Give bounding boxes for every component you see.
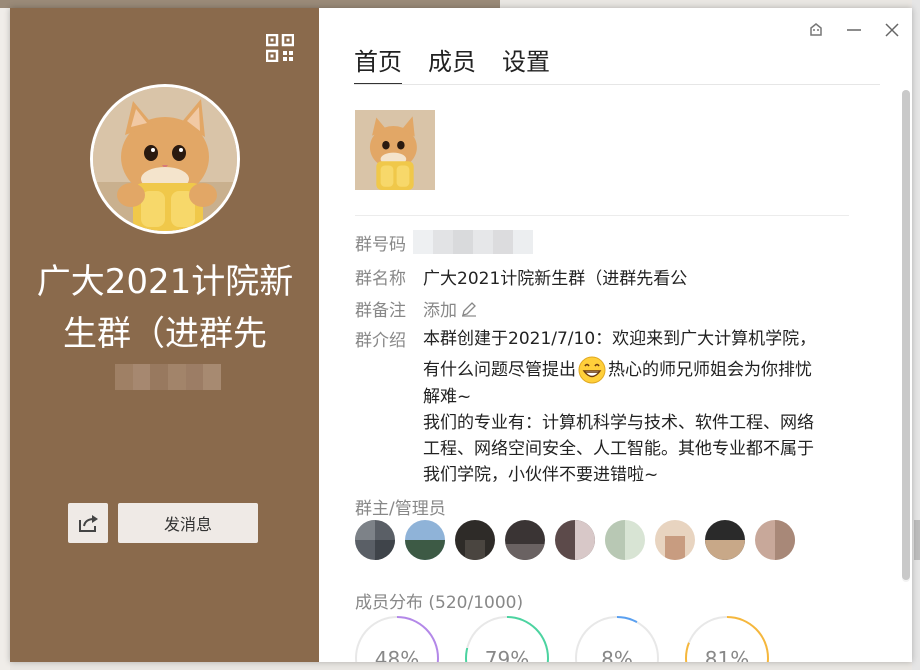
section-divider [355, 215, 849, 216]
share-button[interactable] [68, 503, 108, 543]
group-intro-row: 群介绍 本群创建于2021/7/10：欢迎来到广大计算机学院， 有什么问题尽管提… [355, 326, 853, 488]
distribution-stat-1[interactable]: 48% [355, 616, 439, 662]
background-window-strip [0, 0, 500, 8]
tab-members[interactable]: 成员 [428, 42, 476, 83]
group-number-value-blurred [413, 230, 533, 254]
admins-label: 群主/管理员 [355, 499, 446, 519]
group-intro-label: 群介绍 [355, 331, 406, 351]
group-intro-text: 本群创建于2021/7/10：欢迎来到广大计算机学院， 有什么问题尽管提出 热心的… [423, 329, 817, 485]
group-name-title: 广大2021计院新生群（进群先 [36, 262, 294, 354]
stat-value: 48% [357, 618, 437, 662]
admin-avatar[interactable] [455, 520, 495, 560]
background-left-strip [0, 8, 10, 670]
group-profile-window: 广大2021计院新生群（进群先 发消息 首页 成员 设置 群号码 群名称 广大2… [10, 8, 912, 662]
admin-avatar[interactable] [705, 520, 745, 560]
background-right-strip [912, 0, 920, 670]
minimize-icon[interactable] [844, 20, 864, 40]
add-remark-link[interactable]: 添加 [423, 296, 477, 321]
member-distribution-label: 成员分布 (520/1000) [355, 593, 524, 613]
profile-content-panel: 首页 成员 设置 群号码 群名称 广大2021计院新生群（进群先看公 群备注 添… [319, 8, 912, 662]
close-icon[interactable] [882, 20, 902, 40]
admin-avatar[interactable] [505, 520, 545, 560]
send-message-button[interactable]: 发消息 [118, 503, 258, 543]
member-distribution-stats: 48% 79% 8% 81% [355, 616, 769, 662]
admin-avatar[interactable] [605, 520, 645, 560]
qr-code-icon[interactable] [265, 33, 295, 63]
vertical-scrollbar[interactable] [902, 90, 910, 582]
group-avatar[interactable] [90, 84, 240, 234]
admin-avatar[interactable] [355, 520, 395, 560]
tab-bar: 首页 成员 设置 [354, 42, 550, 85]
admin-avatar[interactable] [655, 520, 695, 560]
distribution-stat-3[interactable]: 8% [575, 616, 659, 662]
grin-emoji-icon [578, 356, 606, 384]
group-number-row: 群号码 [355, 230, 533, 255]
share-icon [79, 515, 98, 532]
admin-avatar[interactable] [405, 520, 445, 560]
group-name-value: 广大2021计院新生群（进群先看公 [423, 269, 688, 289]
stat-value: 79% [467, 618, 547, 662]
profile-header-panel: 广大2021计院新生群（进群先 发消息 [10, 8, 319, 662]
scrollbar-thumb[interactable] [902, 90, 910, 580]
admins-list [355, 520, 795, 560]
admin-avatar[interactable] [555, 520, 595, 560]
group-photo-thumbnail[interactable] [355, 110, 435, 190]
tab-home[interactable]: 首页 [354, 42, 402, 85]
group-name-row: 群名称 广大2021计院新生群（进群先看公 [355, 264, 687, 289]
admin-avatar[interactable] [755, 520, 795, 560]
tab-settings[interactable]: 设置 [502, 42, 550, 83]
edit-pencil-icon [462, 301, 476, 317]
group-remark-row: 群备注 添加 [355, 296, 477, 321]
tab-divider [354, 84, 880, 85]
group-number-blurred [115, 364, 222, 390]
group-name-label: 群名称 [355, 269, 406, 289]
window-controls [806, 20, 902, 40]
distribution-stat-2[interactable]: 79% [465, 616, 549, 662]
distribution-stat-4[interactable]: 81% [685, 616, 769, 662]
stat-value: 81% [687, 618, 767, 662]
skin-icon[interactable] [806, 20, 826, 40]
group-remark-label: 群备注 [355, 301, 406, 321]
stat-value: 8% [577, 618, 657, 662]
